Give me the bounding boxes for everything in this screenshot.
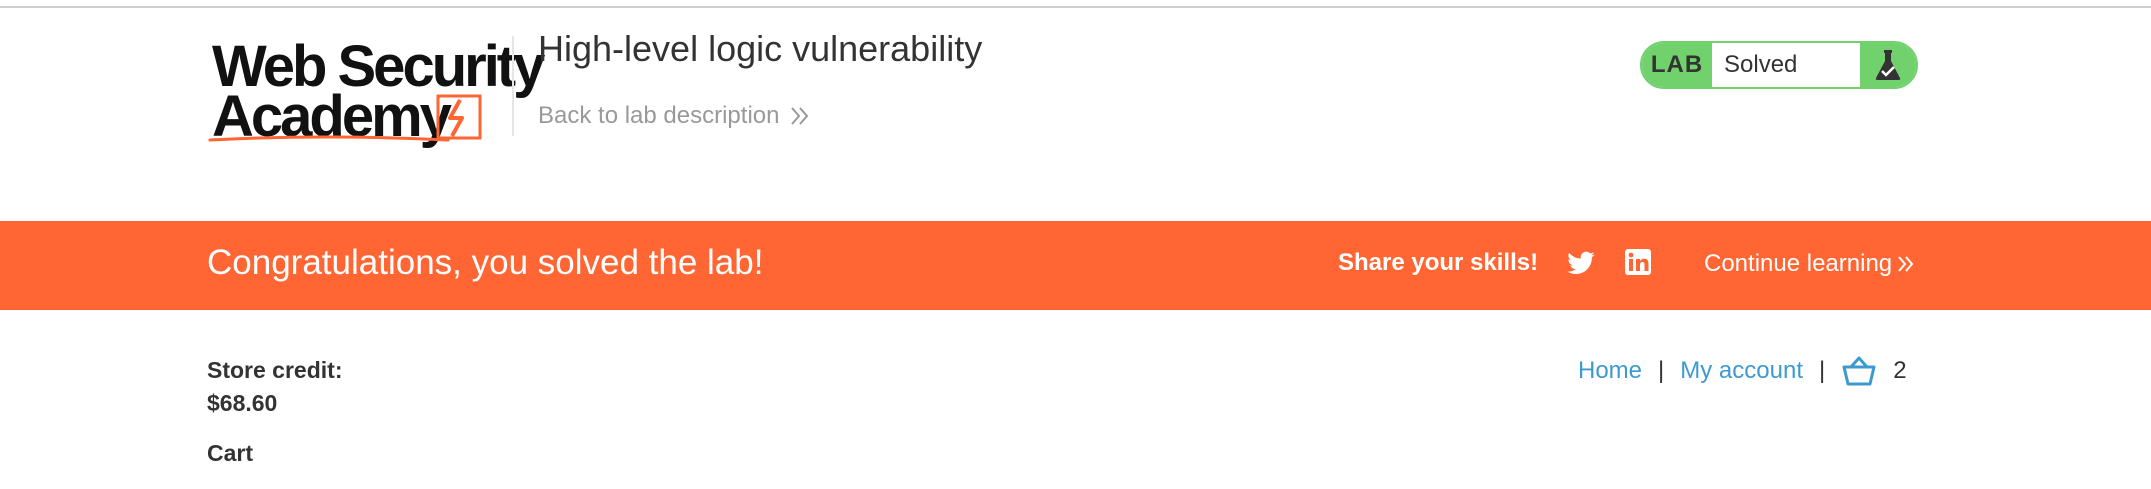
web-security-academy-logo[interactable]: Web Security Academy <box>208 36 545 148</box>
store-credit-value: $68.60 <box>207 390 278 416</box>
back-link-label: Back to lab description <box>538 102 780 129</box>
cart-heading: Cart <box>207 440 254 466</box>
store-credit-label: Store credit: <box>207 357 343 383</box>
linkedin-icon[interactable] <box>1624 248 1652 276</box>
continue-learning-link[interactable]: Continue learning <box>1704 250 1916 278</box>
lab-tag: LAB <box>1642 43 1712 87</box>
flask-check-icon-container <box>1860 43 1916 87</box>
twitter-icon[interactable] <box>1566 248 1596 278</box>
home-link[interactable]: Home <box>1578 357 1642 385</box>
logo-underline <box>208 135 450 142</box>
lab-status-text: Solved <box>1724 51 1798 78</box>
back-to-lab-description-link[interactable]: Back to lab description <box>538 102 811 130</box>
flask-check-icon <box>1875 50 1901 80</box>
cart-count[interactable]: 2 <box>1893 357 1906 385</box>
share-skills-label: Share your skills! <box>1338 249 1539 276</box>
lab-title: High-level logic vulnerability <box>538 28 983 69</box>
double-chevron-right-icon <box>1898 256 1914 272</box>
continue-learning-label: Continue learning <box>1704 250 1893 277</box>
double-chevron-right-icon <box>791 107 809 125</box>
top-border <box>0 0 2151 8</box>
basket-icon[interactable] <box>1841 355 1877 387</box>
congratulations-message: Congratulations, you solved the lab! <box>207 243 764 282</box>
header-divider <box>512 36 514 136</box>
nav-separator: | <box>1818 357 1826 384</box>
solved-banner: Congratulations, you solved the lab! Sha… <box>0 221 2151 310</box>
lab-status-widget: LAB Solved <box>1640 41 1918 89</box>
my-account-link[interactable]: My account <box>1680 357 1803 385</box>
top-navigation: Home | My account | 2 <box>1578 354 1907 388</box>
nav-separator: | <box>1658 357 1665 384</box>
